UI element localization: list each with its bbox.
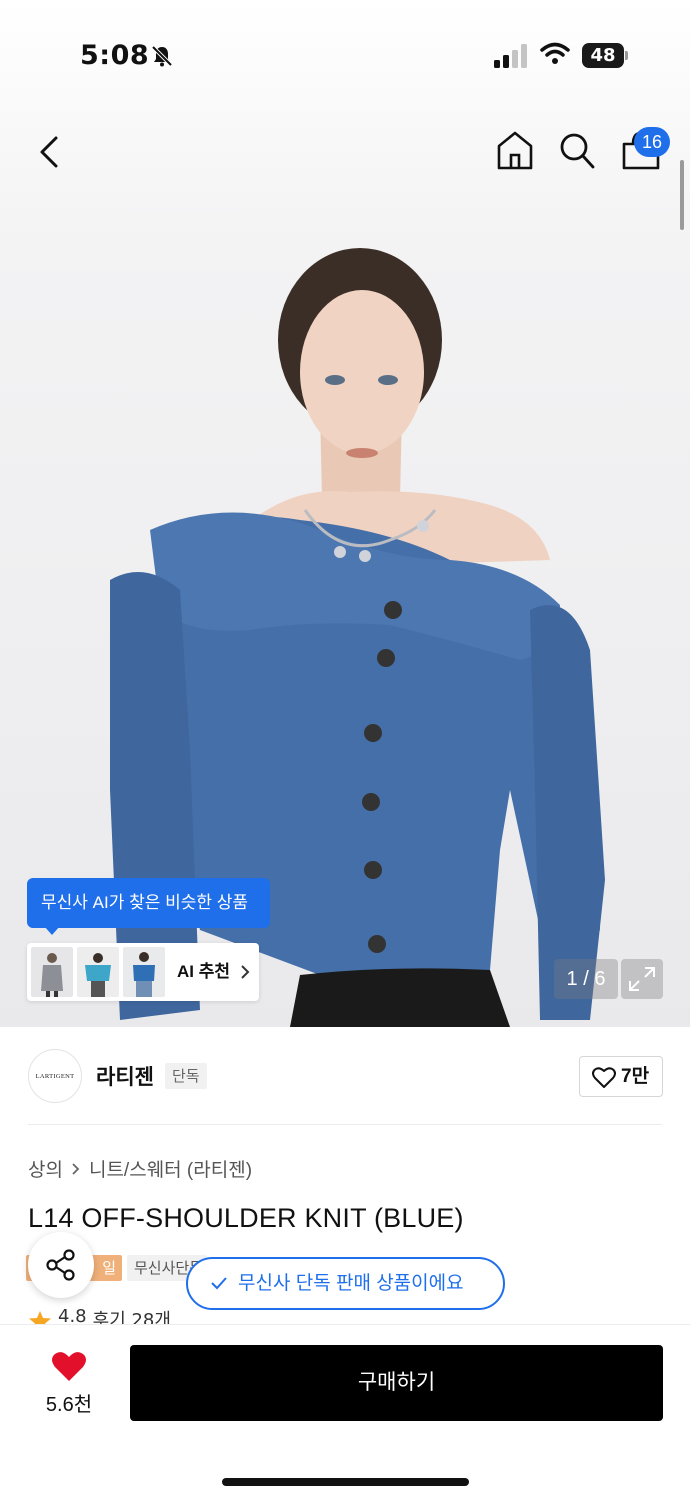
ai-thumbnail	[123, 947, 165, 997]
brand-like-count: 7만	[621, 1066, 650, 1087]
brand-like-button[interactable]: 7만	[579, 1056, 663, 1097]
image-page-counter: 1 / 6	[554, 959, 618, 999]
ai-recommend-button[interactable]: AI 추천	[27, 943, 259, 1001]
ai-recommend-label: AI 추천	[177, 962, 231, 981]
share-icon	[46, 1249, 75, 1281]
product-title: L14 OFF-SHOULDER KNIT (BLUE)	[28, 1203, 464, 1233]
exclusive-toast: 무신사 단독 판매 상품이에요	[186, 1257, 505, 1310]
heart-filled-icon[interactable]	[51, 1350, 87, 1382]
home-icon[interactable]	[494, 128, 536, 172]
heart-outline-icon	[592, 1067, 616, 1088]
exclusive-tag: 단독	[165, 1063, 207, 1089]
bell-mute-icon	[151, 45, 173, 67]
chevron-right-icon	[72, 1162, 80, 1175]
battery-icon: 48	[582, 43, 628, 68]
home-indicator	[222, 1478, 469, 1486]
product-image-gallery[interactable]: 5:08 48 16 무신사 AI가 찾은 비슷한 상품 AI 추천 1 / 6	[0, 0, 690, 1027]
toast-text: 무신사 단독 판매 상품이에요	[238, 1273, 464, 1294]
wish-count: 5.6천	[45, 1394, 93, 1416]
wifi-icon	[540, 42, 570, 64]
chevron-right-icon	[241, 965, 250, 979]
cart-badge: 16	[634, 127, 670, 157]
status-time: 5:08	[80, 40, 150, 71]
check-icon	[211, 1277, 227, 1290]
breadcrumb-item[interactable]: 니트/스웨터 (라티젠)	[89, 1155, 252, 1182]
back-icon[interactable]	[30, 128, 70, 176]
ai-similar-tooltip: 무신사 AI가 찾은 비슷한 상품	[27, 878, 270, 928]
divider	[28, 1124, 662, 1125]
search-icon[interactable]	[557, 130, 597, 172]
ai-thumbnail	[77, 947, 119, 997]
buy-button[interactable]: 구매하기	[130, 1345, 663, 1421]
breadcrumb-item[interactable]: 상의	[28, 1155, 63, 1182]
brand-name[interactable]: 라티젠	[96, 1061, 154, 1091]
expand-icon[interactable]	[621, 959, 663, 999]
share-button[interactable]	[28, 1232, 94, 1298]
ai-thumbnail	[31, 947, 73, 997]
battery-level: 48	[582, 43, 624, 68]
brand-logo[interactable]: LARTIGENT	[28, 1049, 82, 1103]
breadcrumb: 상의 니트/스웨터 (라티젠)	[28, 1155, 252, 1182]
signal-icon	[494, 44, 527, 68]
scrollbar[interactable]	[680, 160, 684, 230]
